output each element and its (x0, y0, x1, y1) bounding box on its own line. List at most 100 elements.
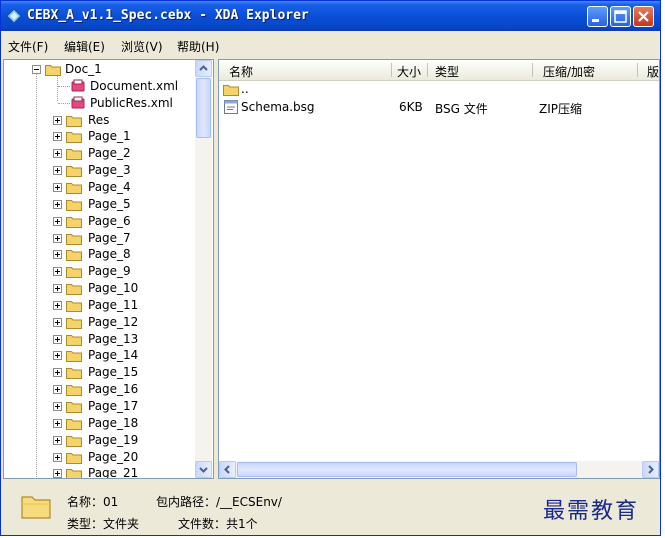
scroll-down-button[interactable] (195, 461, 212, 478)
tree-folder[interactable]: Page_1 (4, 128, 194, 144)
tree-folder[interactable]: Page_11 (4, 297, 194, 313)
expand-toggle[interactable] (53, 267, 62, 277)
close-icon (638, 11, 649, 22)
folder-icon (66, 132, 82, 144)
expand-toggle[interactable] (53, 300, 62, 310)
expand-toggle[interactable] (53, 284, 62, 294)
column-divider[interactable] (637, 63, 638, 77)
tree-folder[interactable]: Page_2 (4, 145, 194, 161)
expand-toggle[interactable] (53, 452, 62, 462)
tree-folder[interactable]: Page_7 (4, 230, 194, 246)
collapse-toggle[interactable] (32, 65, 41, 74)
expand-toggle[interactable] (53, 385, 62, 395)
tree-folder[interactable]: Page_19 (4, 432, 194, 448)
folder-icon (66, 182, 82, 194)
expand-toggle[interactable] (53, 132, 62, 142)
column-divider[interactable] (391, 63, 392, 77)
tree-folder[interactable]: Page_9 (4, 263, 194, 279)
expand-toggle[interactable] (53, 402, 62, 411)
expand-toggle[interactable] (53, 115, 62, 125)
column-version[interactable]: 版 (647, 63, 659, 80)
scroll-up-button[interactable] (195, 60, 212, 77)
menu-edit[interactable]: 编辑(E) (64, 38, 105, 55)
expand-toggle[interactable] (53, 216, 62, 226)
minimize-icon (592, 19, 599, 22)
column-name[interactable]: 名称 (229, 63, 253, 80)
tree-label: Page_15 (88, 365, 139, 380)
expand-toggle[interactable] (53, 351, 62, 361)
column-divider[interactable] (532, 63, 533, 77)
tree-folder[interactable]: Page_16 (4, 381, 194, 397)
tree-folder[interactable]: Page_3 (4, 162, 194, 178)
expand-toggle[interactable] (53, 199, 62, 209)
tree-folder[interactable]: Page_4 (4, 179, 194, 195)
tree-folder[interactable]: Page_21 (4, 465, 194, 478)
expand-toggle[interactable] (53, 149, 62, 159)
column-compress[interactable]: 压缩/加密 (543, 63, 595, 80)
column-size[interactable]: 大小 (397, 63, 421, 80)
column-type[interactable]: 类型 (435, 63, 459, 80)
tree-file[interactable]: PublicRes.xml (4, 95, 194, 111)
file-list[interactable]: 名称 大小 类型 压缩/加密 版 .. Schema.bsg 6KB BSG 文… (218, 59, 660, 479)
tree-folder[interactable]: Page_13 (4, 331, 194, 347)
tree-label: Page_19 (88, 432, 139, 447)
expand-toggle[interactable] (53, 166, 62, 176)
list-row-file[interactable]: Schema.bsg 6KB BSG 文件 ZIP压缩 (219, 99, 659, 116)
tree-folder[interactable]: Page_17 (4, 398, 194, 414)
tree-folder[interactable]: Page_6 (4, 213, 194, 229)
row-compress: ZIP压缩 (539, 102, 582, 116)
tree-vertical-scrollbar[interactable] (195, 60, 212, 478)
folder-icon (66, 317, 82, 329)
menu-view[interactable]: 浏览(V) (121, 38, 163, 55)
scroll-right-button[interactable] (642, 461, 659, 478)
expand-toggle[interactable] (53, 368, 62, 378)
list-horizontal-scrollbar[interactable] (219, 461, 659, 478)
tree-folder[interactable]: Page_5 (4, 196, 194, 212)
expand-toggle[interactable] (53, 469, 62, 478)
tree-folder[interactable]: Page_12 (4, 314, 194, 330)
column-divider[interactable] (427, 63, 428, 77)
tree-folder[interactable]: Res (4, 112, 194, 128)
tree-folder[interactable]: Page_14 (4, 347, 194, 363)
tree-folder[interactable]: Page_8 (4, 246, 194, 262)
folder-icon (66, 351, 82, 363)
status-path: 包内路径：/__ECSEnv/ (156, 495, 282, 509)
tree-scroll-thumb[interactable] (196, 78, 211, 138)
tree-folder[interactable]: Page_10 (4, 280, 194, 296)
tree-folder[interactable]: Page_20 (4, 449, 194, 465)
folder-icon (66, 402, 82, 413)
expand-toggle[interactable] (53, 435, 62, 445)
tree-folder[interactable]: Page_18 (4, 415, 194, 431)
folder-tree[interactable]: Doc_1 Document.xml PublicRes.xml Res Pag… (3, 59, 214, 479)
expand-toggle[interactable] (53, 182, 62, 192)
minimize-button[interactable] (587, 6, 608, 27)
expand-toggle[interactable] (53, 250, 62, 260)
scroll-left-button[interactable] (219, 461, 236, 478)
expand-toggle[interactable] (53, 334, 62, 344)
menu-file[interactable]: 文件(F) (8, 38, 48, 55)
tree-file[interactable]: Document.xml (4, 78, 194, 94)
list-scroll-thumb[interactable] (237, 462, 577, 477)
folder-icon (223, 85, 239, 96)
tree-root[interactable]: Doc_1 (4, 61, 194, 77)
row-name: Schema.bsg (241, 100, 315, 114)
menu-help[interactable]: 帮助(H) (177, 38, 219, 55)
folder-icon (66, 199, 82, 211)
tree-label: Page_9 (88, 264, 131, 279)
title-bar[interactable]: CEBX_A_v1.1_Spec.cebx - XDA Explorer (1, 1, 660, 31)
close-button[interactable] (633, 6, 654, 27)
expand-toggle[interactable] (53, 418, 62, 428)
maximize-button[interactable] (610, 6, 631, 27)
tree-guide (58, 102, 70, 104)
xml-file-icon (71, 79, 85, 92)
folder-icon (66, 435, 82, 447)
maximize-icon (614, 10, 627, 23)
menu-bar: 文件(F) 编辑(E) 浏览(V) 帮助(H) (1, 31, 660, 57)
expand-toggle[interactable] (53, 233, 62, 243)
tree-folder[interactable]: Page_15 (4, 364, 194, 380)
tree-label: Document.xml (90, 78, 179, 93)
expand-toggle[interactable] (53, 317, 62, 327)
row-name: .. (241, 82, 249, 96)
list-row-parent[interactable]: .. (219, 81, 659, 97)
tree-label: Page_4 (88, 179, 131, 194)
